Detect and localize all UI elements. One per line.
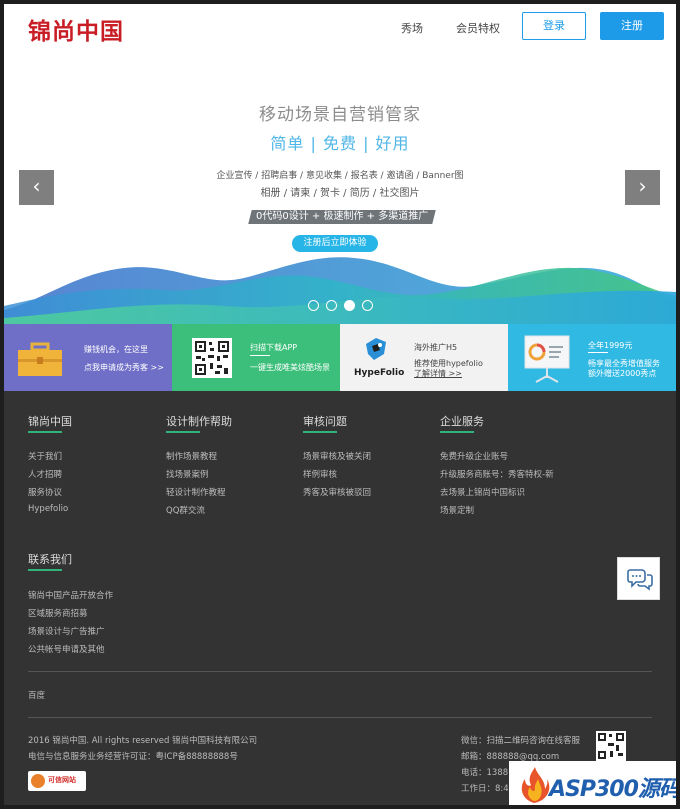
watermark-text: ASP300源码	[549, 777, 680, 802]
footer-service-hours: 工作日：8:4	[461, 784, 509, 794]
slide-dot-3[interactable]	[344, 300, 355, 311]
footer-link-sample-review[interactable]: 样例审核	[303, 468, 337, 480]
login-button[interactable]: 登录	[522, 12, 586, 40]
footer-copyright: 2016 锦尚中国. All rights reserved 锦尚中国科技有限公…	[28, 736, 258, 746]
promo-vip-line3: 额外赠送2000秀点	[588, 369, 657, 378]
footer-link-regional-provider[interactable]: 区域服务商招募	[28, 607, 88, 619]
footer-qr-code-icon	[596, 731, 626, 761]
footer-link-remove-logo[interactable]: 去场景上锦尚中国标识	[440, 486, 525, 498]
footer-col-underline	[303, 431, 337, 433]
footer-link-review-closed[interactable]: 场景审核及被关闭	[303, 450, 371, 462]
hypefolio-logo-icon	[366, 338, 386, 360]
hero-feature-line-1: 企业宣传 / 招聘启事 / 意见收集 / 报名表 / 邀请函 / Banner图	[216, 171, 464, 181]
hero-badge-text: 0代码0设计 + 极速制作 + 多渠道推广	[256, 211, 429, 222]
footer-col-title-enterprise: 企业服务	[440, 415, 484, 428]
hero-badge: 0代码0设计 + 极速制作 + 多渠道推广	[248, 210, 436, 224]
slide-dot-4[interactable]	[362, 300, 373, 311]
nav-show[interactable]: 秀场	[401, 20, 423, 36]
footer-link-about[interactable]: 关于我们	[28, 450, 62, 462]
footer-link-jobs[interactable]: 人才招聘	[28, 468, 62, 480]
footer-link-qq-group[interactable]: QQ群交流	[166, 504, 205, 516]
footer-divider	[28, 717, 652, 718]
footer-link-public-account[interactable]: 公共帐号申请及其他	[28, 643, 105, 655]
promo-app-line1: 扫描下载APP	[250, 343, 298, 352]
footer-contact-title: 联系我们	[28, 553, 72, 566]
footer-friend-link[interactable]: 百度	[28, 689, 45, 701]
qr-code-icon	[192, 338, 232, 378]
promo-vip-divider	[588, 352, 608, 353]
hero-title: 移动场景自营销管家	[259, 105, 421, 125]
briefcase-icon	[18, 342, 62, 376]
footer-link-tutorial[interactable]: 制作场景教程	[166, 450, 217, 462]
footer-link-upgrade-provider[interactable]: 升级服务商账号：秀客特权-新	[440, 468, 554, 480]
footer-col-underline	[166, 431, 200, 433]
hero-feature-line-2: 相册 / 请柬 / 贺卡 / 简历 / 社交图片	[260, 188, 420, 199]
feature-strip: 赚钱机会，在这里 点我申请成为秀客 >> 扫描下载APP 一键生成唯美炫酷场景	[4, 324, 676, 391]
slide-indicators	[308, 300, 373, 311]
flame-logo-icon	[521, 767, 550, 803]
next-slide-arrow-icon[interactable]: ›	[625, 170, 660, 205]
promo-app-divider	[250, 355, 270, 356]
hero-waves-graphic	[4, 257, 676, 324]
footer-service-phone: 电话：1388	[461, 768, 509, 778]
footer-link-light-design[interactable]: 轻设计制作教程	[166, 486, 226, 498]
hero-slider: 移动场景自营销管家 简单 | 免费 | 好用 企业宣传 / 招聘启事 / 意见收…	[4, 52, 676, 324]
footer-service-wechat: 微信：扫描二维码咨询在线客服	[461, 736, 581, 746]
trust-badge[interactable]: 可信网站	[28, 771, 86, 791]
promo-tile-hypefolio[interactable]: HypeFolio 海外推广H5 推荐使用hypefolio 了解详情 >>	[340, 324, 508, 391]
hypefolio-brand: HypeFolio	[354, 368, 405, 378]
prev-slide-arrow-icon[interactable]: ‹	[19, 170, 54, 205]
footer-link-terms[interactable]: 服务协议	[28, 486, 62, 498]
footer-col-underline	[28, 431, 62, 433]
footer-link-upgrade-enterprise[interactable]: 免费升级企业账号	[440, 450, 508, 462]
nav-membership[interactable]: 会员特权	[456, 20, 500, 36]
promo-earn-line1: 赚钱机会，在这里	[84, 345, 148, 354]
footer-col-underline	[440, 431, 474, 433]
promo-tile-app[interactable]: 扫描下载APP 一键生成唯美炫酷场景	[172, 324, 340, 391]
hero-subtitle: 简单 | 免费 | 好用	[270, 134, 410, 153]
promo-tile-earn[interactable]: 赚钱机会，在这里 点我申请成为秀客 >>	[4, 324, 172, 391]
footer-icp: 电信与信息服务业务经营许可证：粤ICP备88888888号	[28, 752, 238, 762]
footer-link-cases[interactable]: 找场景案例	[166, 468, 209, 480]
slide-dot-2[interactable]	[326, 300, 337, 311]
promo-earn-line2: 点我申请成为秀客 >>	[84, 363, 164, 372]
presentation-board-icon	[524, 335, 570, 383]
trust-badge-label: 可信网站	[48, 776, 76, 784]
browser-viewport: 锦尚中国 秀场 会员特权 登录 注册 移动场景自营销管家 简单 | 免费 | 好…	[0, 0, 680, 809]
footer-link-ad-design[interactable]: 场景设计与广告推广	[28, 625, 105, 637]
footer-col-underline	[28, 569, 62, 571]
footer-divider	[28, 671, 652, 672]
promo-hype-more-link[interactable]: 了解详情 >>	[414, 368, 462, 379]
footer-link-hypefolio[interactable]: Hypefolio	[28, 504, 68, 514]
footer-col-title-company: 锦尚中国	[28, 415, 72, 428]
footer-col-title-help: 设计制作帮助	[166, 415, 232, 428]
register-button[interactable]: 注册	[600, 12, 664, 40]
site-watermark: ASP300源码	[509, 761, 676, 805]
footer-col-title-review: 审核问题	[303, 415, 347, 428]
promo-tile-vip[interactable]: 全年1999元 畅享最全秀增值服务 额外赠送2000秀点	[508, 324, 676, 391]
site-footer: 锦尚中国 关于我们 人才招聘 服务协议 Hypefolio 设计制作帮助 制作场…	[4, 391, 676, 805]
chat-bubble-icon	[627, 569, 653, 591]
promo-vip-line1: 全年1999元	[588, 341, 633, 350]
footer-link-review-rejected[interactable]: 秀客及审核被驳回	[303, 486, 371, 498]
site-header: 锦尚中国 秀场 会员特权 登录 注册	[4, 4, 676, 52]
floating-chat-button[interactable]	[617, 557, 660, 600]
promo-app-line2: 一键生成唯美炫酷场景	[250, 363, 330, 372]
footer-link-cooperation[interactable]: 锦尚中国产品开放合作	[28, 589, 113, 601]
footer-link-custom-scene[interactable]: 场景定制	[440, 504, 474, 516]
trust-badge-icon	[31, 774, 45, 788]
site-logo[interactable]: 锦尚中国	[28, 12, 124, 46]
slide-dot-1[interactable]	[308, 300, 319, 311]
promo-hype-line1: 海外推广H5	[414, 343, 458, 352]
